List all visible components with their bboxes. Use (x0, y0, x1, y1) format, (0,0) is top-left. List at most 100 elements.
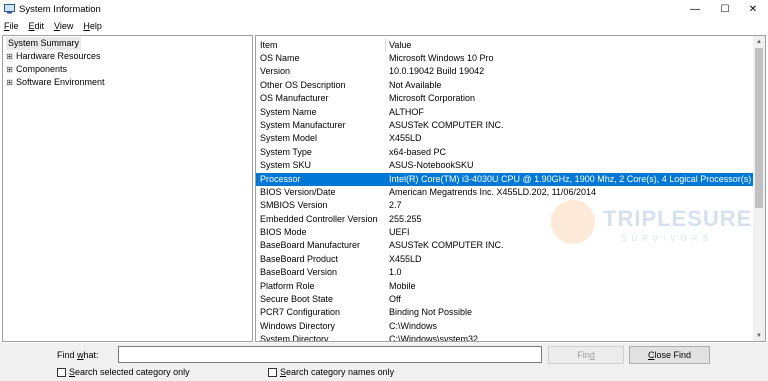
menu-edit[interactable]: Edit (29, 21, 45, 31)
cell-item: Processor (260, 173, 301, 184)
table-row[interactable]: PCR7 Configuration Binding Not Possible (256, 306, 754, 319)
system-information-app-icon (4, 4, 15, 14)
table-row[interactable]: System Type x64-based PC (256, 146, 754, 159)
cell-value: American Megatrends Inc. X455LD.202, 11/… (389, 186, 596, 197)
cell-value: x64-based PC (389, 146, 447, 157)
menu-file[interactable]: File (4, 21, 19, 31)
cell-value: 2.7 (389, 200, 402, 211)
tree-item-system-summary[interactable]: System Summary (6, 37, 82, 50)
find-what-label: Find what: (57, 350, 99, 360)
table-row[interactable]: BaseBoard Manufacturer ASUSTeK COMPUTER I… (256, 239, 754, 252)
cell-item: System Directory (260, 334, 329, 342)
checkbox-box[interactable] (268, 367, 277, 377)
cell-value: 1.0 (389, 267, 402, 278)
title-bar: System Information — ☐ ✕ (0, 0, 768, 19)
cell-item: Windows Directory (260, 320, 336, 331)
cell-value: ASUSTeK COMPUTER INC. (389, 240, 504, 251)
table-row[interactable]: System SKU ASUS-NotebookSKU (256, 159, 754, 172)
menu-view[interactable]: View (54, 21, 73, 31)
cell-item: Secure Boot State (260, 294, 334, 305)
table-row[interactable]: Platform Role Mobile (256, 280, 754, 293)
tree-item-components[interactable]: ⊞ Components (5, 63, 67, 76)
cell-value: C:\Windows (389, 320, 438, 331)
cell-item: System Model (260, 133, 318, 144)
table-row[interactable]: BIOS Mode UEFI (256, 226, 754, 239)
cell-item: BaseBoard Manufacturer (260, 240, 361, 251)
cell-item: System SKU (260, 160, 312, 171)
cell-item: System Type (260, 146, 312, 157)
tree-item-label: Hardware Resources (16, 51, 101, 61)
column-divider[interactable] (385, 38, 386, 52)
checkbox-box[interactable] (57, 367, 66, 377)
cell-item: Version (260, 66, 291, 77)
cell-value: UEFI (389, 227, 410, 238)
category-tree: System Summary ⊞ Hardware Resources ⊞ Comp… (2, 35, 253, 342)
menu-help[interactable]: Help (83, 21, 102, 31)
cell-value: 10.0.19042 Build 19042 (389, 66, 485, 77)
cell-item: BIOS Version/Date (260, 186, 336, 197)
minimize-icon: — (690, 4, 700, 15)
search-selected-category-checkbox[interactable]: Search selected category only (57, 367, 190, 377)
table-row[interactable]: Version 10.0.19042 Build 19042 (256, 65, 754, 78)
cell-item: System Manufacturer (260, 119, 346, 130)
cell-value: Not Available (389, 79, 442, 90)
table-row[interactable]: SMBIOS Version 2.7 (256, 199, 754, 212)
tree-item-hardware-resources[interactable]: ⊞ Hardware Resources (5, 50, 101, 63)
cell-item: SMBIOS Version (260, 200, 328, 211)
cell-item: BaseBoard Product (260, 253, 339, 264)
cell-value: X455LD (389, 253, 422, 264)
cell-value: ASUS-NotebookSKU (389, 160, 474, 171)
table-row[interactable]: Secure Boot State Off (256, 293, 754, 306)
table-row[interactable]: System Manufacturer ASUSTeK COMPUTER INC. (256, 119, 754, 132)
tree-item-software-environment[interactable]: ⊞ Software Environment (5, 76, 105, 89)
cell-value: ASUSTeK COMPUTER INC. (389, 119, 504, 130)
cell-item: BIOS Mode (260, 227, 307, 238)
cell-value: Binding Not Possible (389, 307, 473, 318)
table-row[interactable]: BaseBoard Product X455LD (256, 253, 754, 266)
window-title: System Information (19, 4, 101, 15)
cell-value: Off (389, 294, 401, 305)
table-row[interactable]: BaseBoard Version 1.0 (256, 266, 754, 279)
tree-item-label: System Summary (8, 38, 80, 48)
cell-value: Intel(R) Core(TM) i3-4030U CPU @ 1.90GHz… (389, 173, 752, 184)
scrollbar-thumb[interactable] (755, 48, 763, 208)
cell-value: Microsoft Windows 10 Pro (389, 53, 494, 63)
scroll-down-icon[interactable]: ▼ (753, 330, 765, 341)
table-row[interactable]: Windows Directory C:\Windows (256, 320, 754, 333)
cell-value: Mobile (389, 280, 416, 291)
minimize-button[interactable]: — (680, 0, 710, 19)
find-button[interactable]: Fin d (548, 346, 624, 364)
find-what-input[interactable] (118, 346, 542, 363)
cell-item: OS Name (260, 53, 300, 63)
table-row[interactable]: Other OS Description Not Available (256, 79, 754, 92)
cell-item: BaseBoard Version (260, 267, 338, 278)
cell-item: PCR7 Configuration (260, 307, 341, 318)
tree-item-label: Software Environment (16, 77, 105, 87)
cell-value: 255.255 (389, 213, 422, 224)
menu-bar: File Edit View Help (0, 19, 768, 33)
table-row[interactable]: OS Manufacturer Microsoft Corporation (256, 92, 754, 105)
close-button[interactable]: ✕ (738, 0, 768, 19)
vertical-scrollbar[interactable]: ▲ ▼ (753, 36, 765, 341)
table-row[interactable]: BIOS Version/Date American Megatrends Inc… (256, 186, 754, 199)
scroll-up-icon[interactable]: ▲ (753, 36, 765, 47)
cell-item: Embedded Controller Version (260, 213, 378, 224)
table-row[interactable]: OS Name Microsoft Windows 10 Pro (256, 52, 754, 65)
column-header-value[interactable]: Value (389, 38, 411, 52)
maximize-icon: ☐ (720, 4, 730, 15)
table-row[interactable]: System Model X455LD (256, 132, 754, 145)
cell-value: C:\Windows\system32 (389, 334, 479, 342)
table-row[interactable]: System Name ALTHOF (256, 106, 754, 119)
table-row[interactable]: Embedded Controller Version 255.255 (256, 213, 754, 226)
cell-item: OS Manufacturer (260, 93, 329, 104)
table-row[interactable]: Processor Intel(R) Core(TM) i3-4030U CPU … (256, 172, 754, 186)
expand-icon[interactable]: ⊞ (5, 50, 14, 63)
table-row[interactable]: System Directory C:\Windows\system32 (256, 333, 754, 342)
close-find-button[interactable]: Close Find (629, 346, 710, 364)
cell-item: Platform Role (260, 280, 315, 291)
expand-icon[interactable]: ⊞ (5, 63, 14, 76)
search-category-names-checkbox[interactable]: Search category names only (268, 367, 394, 377)
maximize-button[interactable]: ☐ (710, 0, 740, 19)
expand-icon[interactable]: ⊞ (5, 76, 14, 89)
column-header-item[interactable]: Item (260, 38, 278, 52)
